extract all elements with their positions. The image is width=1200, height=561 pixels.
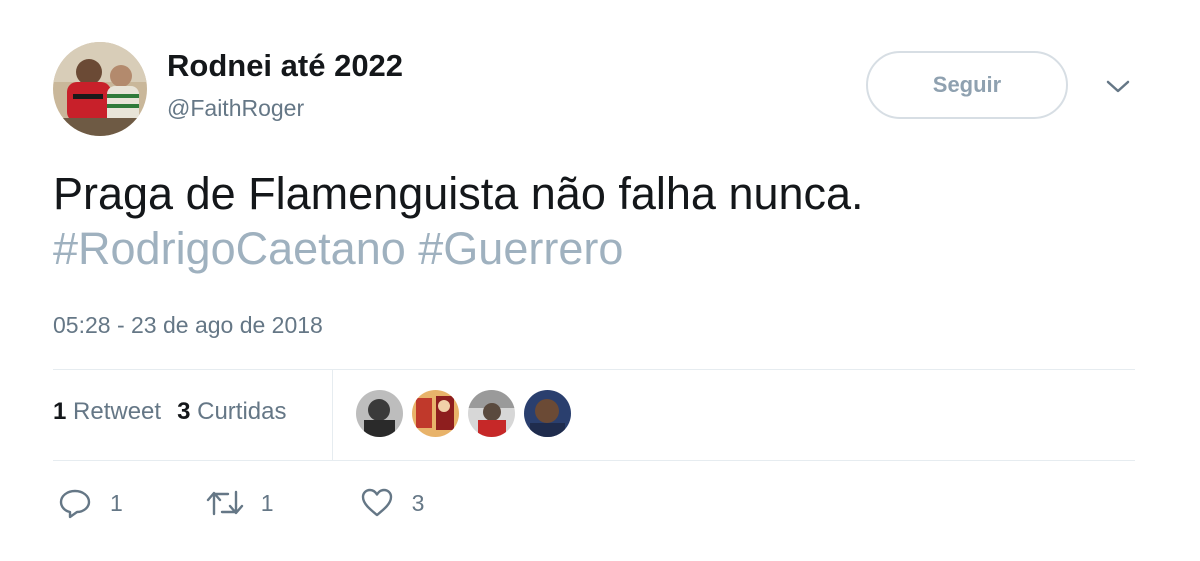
liker-avatar[interactable] [356, 390, 403, 437]
follow-button[interactable]: Seguir [866, 51, 1068, 119]
tweet-timestamp[interactable]: 05:28 - 23 de ago de 2018 [53, 312, 323, 339]
reply-icon [58, 487, 92, 519]
tweet-text: Praga de Flamenguista não falha nunca. #… [53, 166, 1153, 276]
avatar[interactable] [53, 42, 147, 136]
chevron-down-icon[interactable] [1104, 78, 1132, 96]
hashtag-link[interactable]: #Guerrero [418, 223, 623, 274]
divider [53, 369, 1135, 370]
liker-avatar[interactable] [412, 390, 459, 437]
retweet-count: 1 [260, 489, 274, 516]
reply-action[interactable]: 1 [58, 487, 123, 519]
likers-avatars [356, 390, 571, 437]
heart-icon [360, 487, 394, 519]
likes-stat[interactable]: 3 Curtidas [177, 398, 286, 425]
liker-avatar[interactable] [524, 390, 571, 437]
divider [53, 460, 1135, 461]
like-count: 3 [411, 489, 425, 516]
user-handle[interactable]: @FaithRoger [167, 95, 304, 122]
retweet-action[interactable]: 1 [205, 488, 274, 518]
retweet-icon [205, 488, 245, 518]
liker-avatar[interactable] [468, 390, 515, 437]
tweet-stats: 1 Retweet 3 Curtidas [53, 398, 286, 426]
reply-count: 1 [110, 489, 123, 516]
divider [332, 370, 333, 460]
retweets-stat[interactable]: 1 Retweet [53, 398, 161, 425]
display-name[interactable]: Rodnei até 2022 [167, 48, 403, 84]
hashtag-link[interactable]: #RodrigoCaetano [53, 223, 406, 274]
tweet-actions: 1 1 3 [58, 487, 424, 519]
like-action[interactable]: 3 [360, 487, 425, 519]
tweet-body: Praga de Flamenguista não falha nunca. [53, 168, 864, 219]
